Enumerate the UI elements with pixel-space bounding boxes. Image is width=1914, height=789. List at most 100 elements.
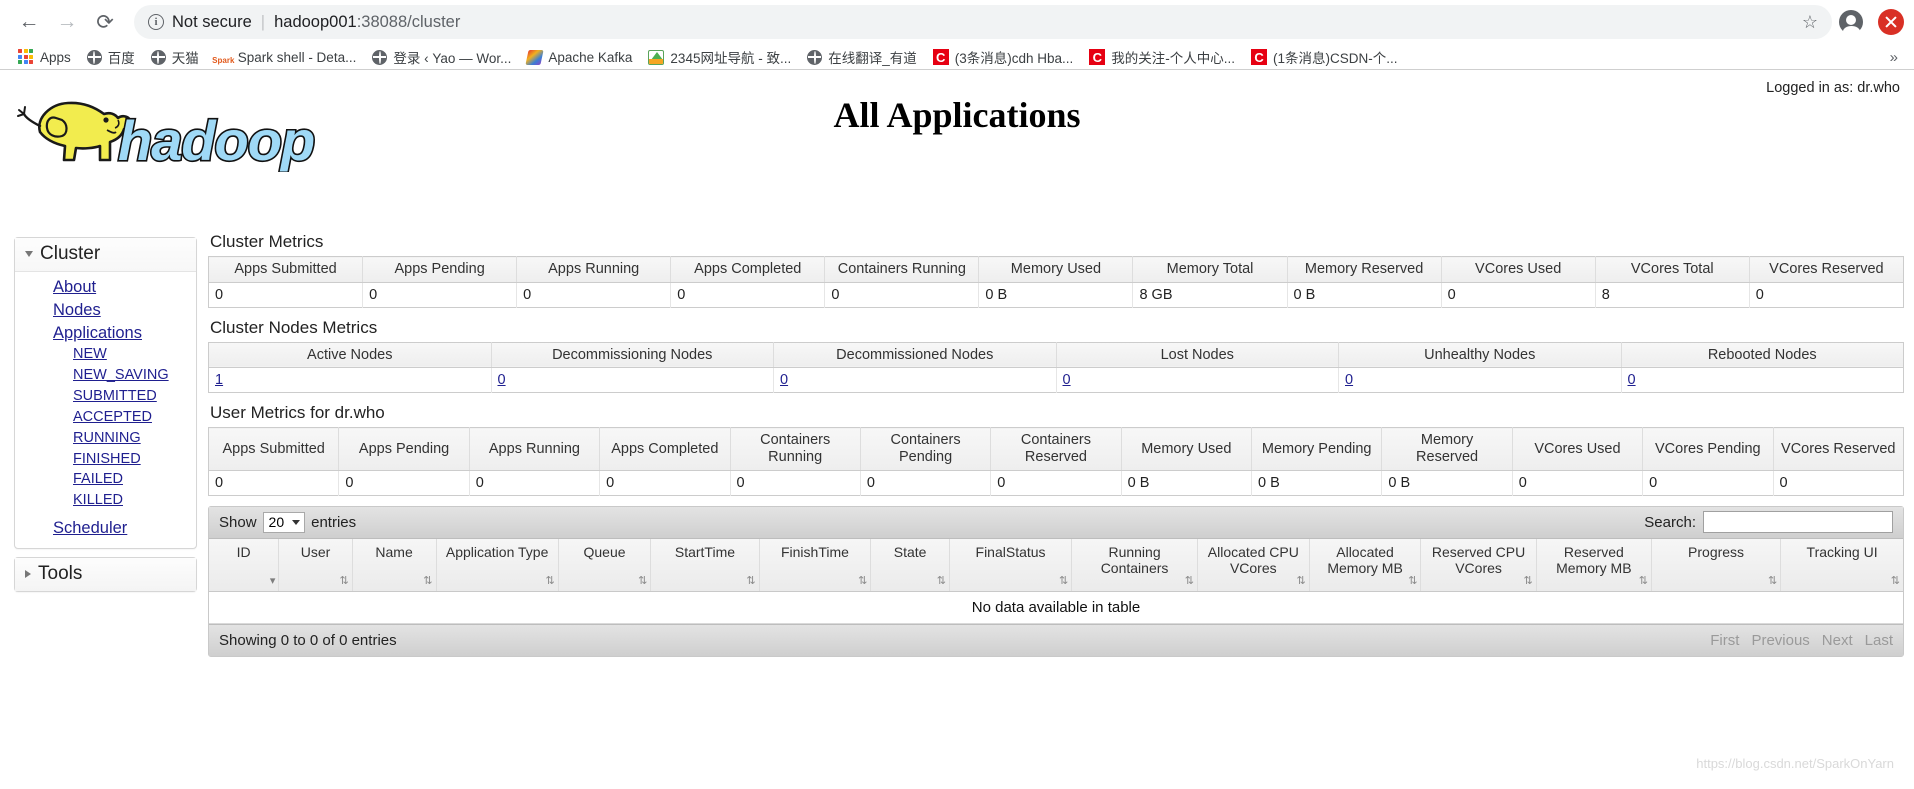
empty-table-message: No data available in table [209, 591, 1903, 624]
bookmark-apps[interactable]: Apps [10, 46, 79, 68]
sidebar-item-state-running[interactable]: RUNNING [15, 428, 141, 449]
sidebar-item-state-new[interactable]: NEW [15, 344, 107, 365]
column-label: Application Type [445, 543, 549, 560]
sidebar-item-scheduler[interactable]: Scheduler [15, 517, 127, 540]
column-header: Memory Reserved [1287, 256, 1442, 283]
column-header-starttime[interactable]: StartTime ⇅ [650, 538, 760, 592]
back-icon[interactable]: ← [10, 3, 48, 41]
pagination-next[interactable]: Next [1822, 632, 1853, 649]
sort-both-icon: ⇅ [1638, 574, 1648, 587]
decommissioning-nodes-cell[interactable]: 0 [491, 367, 774, 393]
sort-both-icon: ⇅ [1523, 574, 1532, 587]
column-header-application-type[interactable]: Application Type ⇅ [436, 538, 559, 592]
spark-icon: Spark [212, 55, 235, 65]
pagination-last[interactable]: Last [1865, 632, 1893, 649]
column-label: Queue [583, 543, 626, 560]
active-nodes-link[interactable]: 1 [215, 372, 223, 388]
active-nodes-cell[interactable]: 1 [208, 367, 492, 393]
sidebar-cluster-header[interactable]: Cluster [15, 238, 196, 272]
bookmark-yao-wordpress[interactable]: 登录 ‹ Yao — Wor... [364, 44, 519, 70]
sidebar-item-state-accepted[interactable]: ACCEPTED [15, 407, 152, 428]
column-header: Apps Submitted [208, 256, 364, 283]
bookmark-2345-nav[interactable]: 2345网址导航 - 致... [640, 44, 799, 70]
profile-avatar-icon[interactable] [1832, 3, 1870, 41]
globe-icon [372, 49, 388, 65]
unhealthy-nodes-cell[interactable]: 0 [1338, 367, 1622, 393]
bookmark-tmall[interactable]: 天猫 [143, 44, 207, 70]
rebooted-nodes-cell[interactable]: 0 [1621, 367, 1904, 393]
column-header-user[interactable]: User ⇅ [278, 538, 353, 592]
column-header: VCores Used [1512, 427, 1644, 471]
column-header: VCores Used [1441, 256, 1596, 283]
pagination-previous[interactable]: Previous [1751, 632, 1809, 649]
page-length-select[interactable]: 20 [262, 511, 306, 533]
column-label: Tracking UI [1806, 543, 1878, 560]
column-header: Apps Completed [599, 427, 731, 471]
sidebar-item-about[interactable]: About [15, 276, 96, 299]
extension-icon[interactable] [1878, 9, 1904, 35]
unhealthy-nodes-link[interactable]: 0 [1345, 372, 1353, 388]
sidebar-item-state-killed[interactable]: KILLED [15, 490, 123, 511]
decommissioned-nodes-link[interactable]: 0 [780, 372, 788, 388]
show-label: Show [219, 513, 257, 531]
lost-nodes-cell[interactable]: 0 [1056, 367, 1339, 393]
lost-nodes-link[interactable]: 0 [1063, 372, 1071, 388]
metric-value: 0 [860, 470, 992, 496]
sidebar-item-nodes[interactable]: Nodes [15, 299, 101, 322]
column-header-reserved-cpu-vcores[interactable]: Reserved CPU VCores ⇅ [1420, 538, 1537, 592]
column-header-name[interactable]: Name ⇅ [352, 538, 437, 592]
page-title: All Applications [833, 95, 1081, 135]
metric-value: 0 [208, 282, 364, 308]
bookmark-star-icon[interactable]: ☆ [1802, 12, 1818, 33]
bookmark-youdao-translate[interactable]: 在线翻译_有道 [799, 44, 925, 70]
column-header-reserved-memory-mb[interactable]: Reserved Memory MB ⇅ [1536, 538, 1652, 592]
search-input[interactable] [1703, 511, 1893, 534]
table-header-row: Apps Submitted Apps Pending Apps Running… [208, 427, 1904, 471]
table-row: 0 0 0 0 0 0 B 8 GB 0 B 0 8 0 [208, 282, 1904, 308]
sidebar-item-state-failed[interactable]: FAILED [15, 469, 123, 490]
applications-table: ID ▾ User ⇅ Name ⇅ Application Type ⇅ Queue ⇅… [209, 538, 1903, 592]
pagination-first[interactable]: First [1710, 632, 1739, 649]
column-header-finishtime[interactable]: FinishTime ⇅ [759, 538, 872, 592]
column-header-allocated-memory-mb[interactable]: Allocated Memory MB ⇅ [1309, 538, 1422, 592]
column-header: VCores Reserved [1773, 427, 1904, 471]
column-header-finalstatus[interactable]: FinalStatus ⇅ [949, 538, 1073, 592]
sidebar-tools-header[interactable]: Tools [15, 557, 196, 591]
column-header-progress[interactable]: Progress ⇅ [1651, 538, 1782, 592]
sidebar-tools-panel[interactable]: Tools [14, 556, 197, 592]
metric-value: 8 [1595, 282, 1750, 308]
column-label: FinishTime [780, 543, 849, 560]
column-header-allocated-cpu-vcores[interactable]: Allocated CPU VCores ⇅ [1197, 538, 1310, 592]
sidebar-item-state-submitted[interactable]: SUBMITTED [15, 386, 157, 407]
column-header-state[interactable]: State ⇅ [870, 538, 950, 592]
main-content: Cluster Metrics Apps Submitted Apps Pend… [208, 232, 1904, 657]
column-header-tracking-ui[interactable]: Tracking UI ⇅ [1780, 538, 1903, 592]
bookmark-spark-shell[interactable]: Spark Spark shell - Deta... [207, 47, 365, 68]
address-bar[interactable]: i Not secure | hadoop001 :38088/cluster … [134, 5, 1832, 39]
bookmark-csdn-follow[interactable]: C 我的关注-个人中心... [1081, 44, 1243, 70]
sidebar-item-state-finished[interactable]: FINISHED [15, 449, 141, 470]
site-info-icon[interactable]: i [148, 14, 164, 30]
bookmark-csdn-hbase[interactable]: C (3条消息)cdh Hba... [925, 44, 1082, 70]
column-header: Containers Running [824, 256, 980, 283]
decommissioned-nodes-cell[interactable]: 0 [773, 367, 1057, 393]
watermark: https://blog.csdn.net/SparkOnYarn [1696, 756, 1894, 771]
bookmarks-overflow-icon[interactable]: » [1884, 49, 1904, 66]
rebooted-nodes-link[interactable]: 0 [1628, 372, 1636, 388]
metric-value: 0 [516, 282, 672, 308]
datatable-toolbar: Show 20 entries Search: [209, 506, 1903, 539]
forward-icon[interactable]: → [48, 3, 86, 41]
metric-value: 0 [1441, 282, 1596, 308]
decommissioning-nodes-link[interactable]: 0 [498, 372, 506, 388]
bookmark-csdn-personal[interactable]: C (1条消息)CSDN-个... [1243, 44, 1406, 70]
apps-grid-icon [18, 49, 34, 65]
sidebar-item-applications[interactable]: Applications [15, 322, 142, 345]
column-header-queue[interactable]: Queue ⇅ [558, 538, 652, 592]
reload-icon[interactable]: ⟳ [86, 3, 124, 41]
column-header-id[interactable]: ID ▾ [209, 538, 280, 592]
metric-value: 0 B [1251, 470, 1383, 496]
column-header-running-containers[interactable]: Running Containers ⇅ [1071, 538, 1198, 592]
sidebar-item-state-new-saving[interactable]: NEW_SAVING [15, 365, 169, 386]
bookmark-baidu[interactable]: 百度 [79, 44, 143, 70]
bookmark-apache-kafka[interactable]: Apache Kafka [519, 47, 640, 68]
